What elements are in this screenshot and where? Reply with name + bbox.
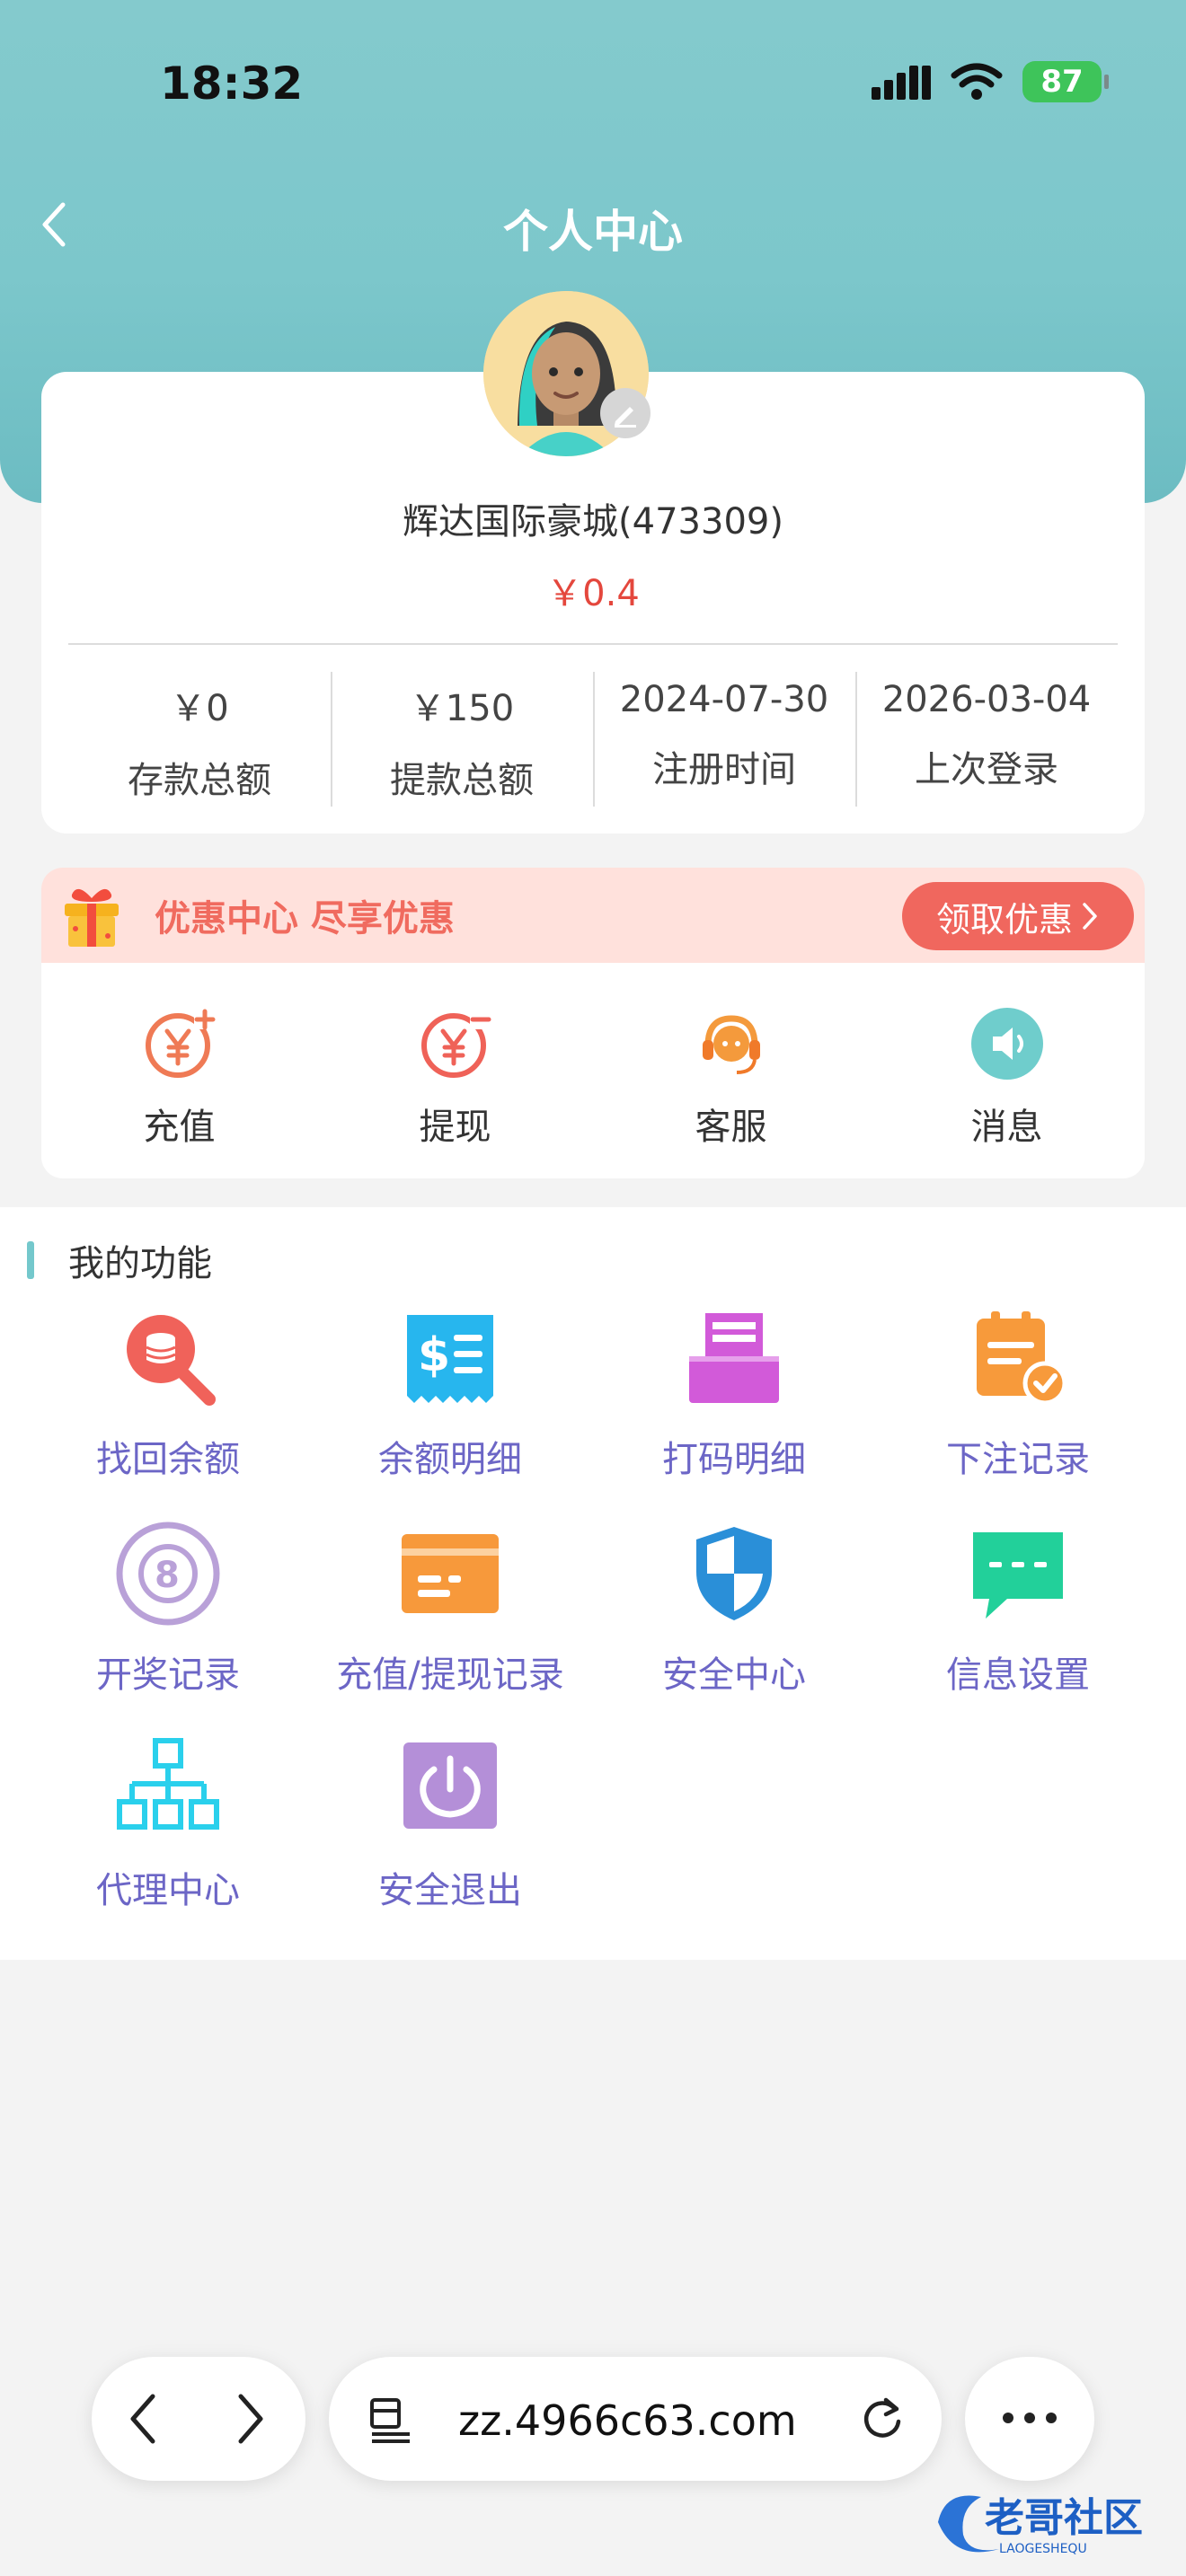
stat-withdraw-total: ￥150 提款总额 (331, 672, 593, 807)
stat-label: 存款总额 (128, 760, 271, 801)
watermark-subtext: LAOGESHEQU (999, 2542, 1087, 2556)
search-coins-icon (127, 1315, 216, 1406)
battery-level: 87 (1040, 64, 1084, 100)
func-label: 余额明细 (378, 1439, 522, 1480)
functions-panel: 我的功能 找回余额 $ 余额明细 打码明细 下注记录 8 开奖记录 充值/提现记… (0, 1207, 1186, 1960)
svg-text:8: 8 (155, 1555, 180, 1596)
quick-withdraw[interactable]: 提现 (317, 963, 593, 1178)
func-logout[interactable]: 安全退出 (302, 1737, 598, 1913)
func-label: 开奖记录 (96, 1654, 240, 1696)
func-balance-details[interactable]: $ 余额明细 (302, 1306, 598, 1482)
address-bar[interactable]: zz.4966c63.com (329, 2357, 942, 2481)
func-label: 打码明细 (662, 1439, 806, 1480)
browser-forward-icon[interactable] (232, 2391, 268, 2447)
page-title: 个人中心 (503, 206, 683, 258)
browser-nav-buttons (92, 2357, 305, 2481)
receipt-dollar-icon: $ (407, 1315, 493, 1403)
quick-withdraw-label: 提现 (419, 1107, 491, 1148)
stat-value: 2026-03-04 (881, 679, 1092, 720)
more-dots-icon (1003, 2413, 1057, 2423)
func-info-settings[interactable]: 信息设置 (870, 1522, 1166, 1698)
withdraw-yen-minus-icon (420, 1010, 491, 1078)
status-time: 18:32 (160, 57, 304, 110)
stat-value: ￥0 (170, 688, 229, 729)
stat-label: 上次登录 (915, 749, 1058, 790)
stat-register-date: 2024-07-30 注册时间 (593, 672, 855, 807)
func-label: 找回余额 (96, 1439, 240, 1480)
func-label: 安全中心 (662, 1654, 806, 1696)
promo-text: 优惠中心 尽享优惠 (155, 898, 455, 940)
func-label: 信息设置 (946, 1654, 1090, 1696)
clipboard-check-icon (977, 1311, 1067, 1406)
chevron-right-icon (1083, 903, 1097, 930)
promo-banner: 优惠中心 尽享优惠 领取优惠 (41, 868, 1145, 963)
reload-icon[interactable] (859, 2395, 906, 2443)
functions-title: 我的功能 (68, 1243, 212, 1284)
quick-deposit-label: 充值 (143, 1107, 216, 1148)
wifi-icon (951, 63, 1003, 100)
watermark-logo: 老哥社区 LAOGESHEQU (938, 2495, 1143, 2556)
func-draw-results[interactable]: 8 开奖记录 (20, 1522, 316, 1698)
quick-messages[interactable]: 消息 (869, 963, 1145, 1178)
gift-box-icon (65, 888, 119, 947)
stat-deposit-total: ￥0 存款总额 (68, 672, 331, 807)
card-icon (402, 1534, 499, 1613)
stat-label: 提款总额 (390, 760, 534, 801)
quick-deposit[interactable]: 充值 (41, 963, 317, 1178)
cellular-signal-icon (872, 66, 931, 100)
headset-icon (702, 1015, 760, 1074)
page-menu-icon[interactable] (368, 2396, 413, 2443)
func-agent-center[interactable]: 代理中心 (20, 1737, 316, 1913)
quick-customer-service-label: 客服 (695, 1107, 767, 1148)
section-marker (27, 1241, 34, 1279)
watermark-text: 老哥社区 (985, 2495, 1143, 2541)
chat-bubble-icon (973, 1532, 1063, 1619)
func-label: 安全退出 (378, 1870, 522, 1911)
balance: ￥0.4 (546, 573, 640, 614)
org-chart-icon (117, 1738, 219, 1830)
func-wager-details[interactable]: 打码明细 (586, 1306, 882, 1482)
stat-last-login: 2026-03-04 上次登录 (855, 672, 1118, 807)
func-label: 代理中心 (96, 1870, 240, 1911)
avatar-edit-icon[interactable] (600, 388, 651, 438)
func-label: 下注记录 (946, 1439, 1090, 1480)
divider (68, 643, 1118, 645)
printer-icon (689, 1313, 779, 1403)
func-bet-records[interactable]: 下注记录 (870, 1306, 1166, 1482)
status-icons: 87 (872, 61, 1109, 102)
browser-back-icon[interactable] (126, 2391, 162, 2447)
speaker-icon (970, 1008, 1043, 1080)
url-text: zz.4966c63.com (458, 2396, 797, 2445)
battery-indicator: 87 (1022, 61, 1109, 102)
shield-icon (696, 1527, 772, 1620)
func-recover-balance[interactable]: 找回余额 (20, 1306, 316, 1482)
stat-label: 注册时间 (652, 749, 796, 790)
func-deposit-withdraw-records[interactable]: 充值/提现记录 (302, 1522, 598, 1698)
quick-customer-service[interactable]: 客服 (593, 963, 869, 1178)
deposit-yen-plus-icon (145, 1009, 216, 1078)
stats-row: ￥0 存款总额 ￥150 提款总额 2024-07-30 注册时间 2026-0… (68, 672, 1118, 807)
func-label: 充值/提现记录 (336, 1654, 564, 1696)
quick-actions: 充值 提现 客服 消息 (41, 963, 1145, 1178)
func-security-center[interactable]: 安全中心 (586, 1522, 882, 1698)
stat-value: 2024-07-30 (619, 679, 829, 720)
claim-offer-button[interactable]: 领取优惠 (902, 882, 1134, 950)
more-button[interactable] (965, 2357, 1094, 2481)
claim-offer-label: 领取优惠 (935, 899, 1073, 940)
stat-value: ￥150 (409, 688, 515, 729)
username: 辉达国际豪城(473309) (403, 501, 783, 543)
svg-text:$: $ (418, 1328, 450, 1382)
quick-messages-label: 消息 (970, 1107, 1043, 1148)
lottery-ball-icon: 8 (116, 1522, 220, 1626)
power-icon (403, 1742, 497, 1829)
